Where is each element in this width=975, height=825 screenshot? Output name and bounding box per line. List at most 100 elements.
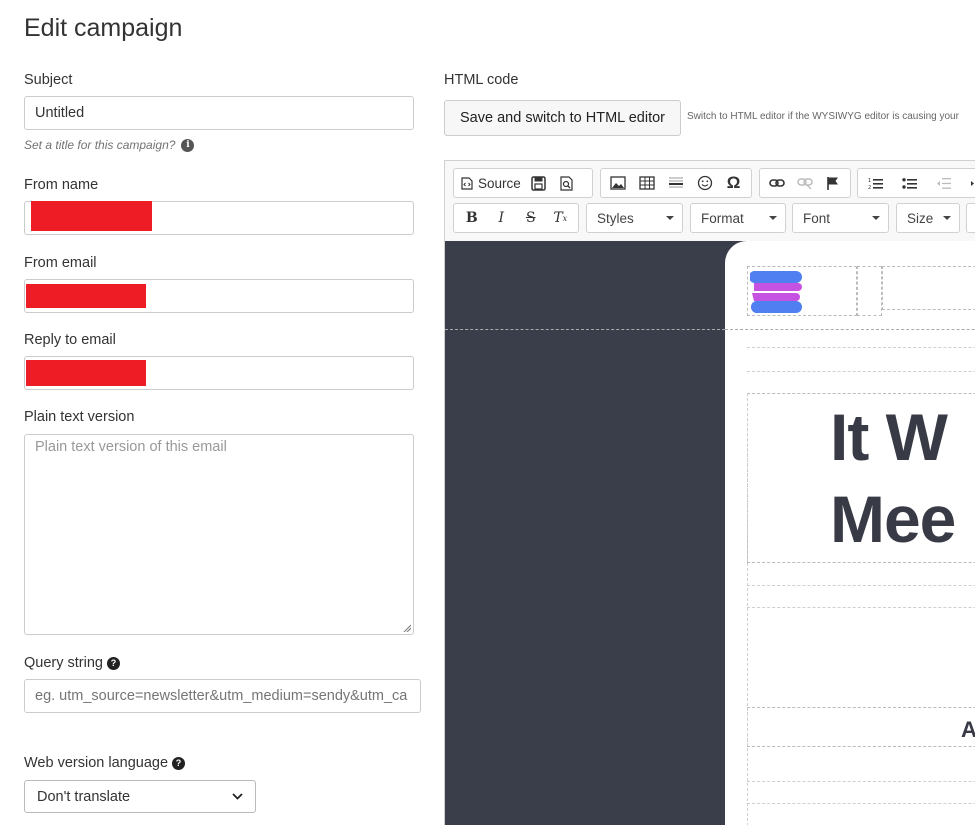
divider	[747, 393, 748, 825]
svg-text:2: 2	[868, 185, 871, 190]
chevron-down-icon	[232, 793, 243, 800]
source-icon	[461, 176, 473, 190]
divider	[747, 781, 975, 782]
editor-toolbar: Source Ω 1 2 B I S T x Styles Format Fon…	[445, 161, 975, 241]
subject-input[interactable]	[24, 96, 414, 130]
divider	[747, 585, 975, 586]
resize-grip-icon[interactable]	[403, 624, 411, 632]
help-icon[interactable]: ?	[172, 756, 186, 770]
toolbar-group-lists: 1 2	[857, 168, 975, 198]
styles-dropdown[interactable]: Styles	[586, 203, 683, 233]
bold-icon[interactable]: B	[459, 205, 485, 231]
link-button[interactable]	[764, 170, 790, 196]
subject-help: Set a title for this campaign? i	[24, 138, 195, 152]
divider	[445, 329, 725, 330]
size-dropdown-label: Size	[907, 210, 934, 226]
italic-icon[interactable]: I	[488, 205, 514, 231]
switch-html-editor-button[interactable]: Save and switch to HTML editor	[444, 100, 681, 136]
query-string-label: Query string?	[24, 655, 120, 671]
svg-text:1: 1	[868, 178, 871, 184]
preview-button[interactable]	[554, 170, 580, 196]
spacer-cell	[857, 266, 882, 316]
subject-label: Subject	[24, 72, 73, 88]
horizontal-line-button[interactable]	[663, 170, 689, 196]
headline-line-1: It W	[830, 400, 948, 474]
indent-icon	[970, 180, 974, 186]
size-dropdown[interactable]: Size	[896, 203, 960, 233]
divider	[725, 329, 975, 330]
source-label: Source	[478, 175, 521, 191]
web-version-label: Web version language?	[24, 755, 186, 771]
reply-to-label: Reply to email	[24, 332, 116, 348]
query-string-input[interactable]	[24, 679, 421, 713]
html-code-label: HTML code	[444, 72, 519, 88]
redaction-block	[26, 360, 146, 386]
outdent-button[interactable]	[930, 170, 956, 196]
remove-format-icon[interactable]: Tx	[547, 205, 573, 231]
outdent-icon	[936, 177, 951, 189]
bulleted-list-button[interactable]	[896, 170, 922, 196]
caret-down-icon	[666, 216, 674, 220]
table-icon	[639, 176, 655, 190]
indent-button[interactable]	[964, 170, 975, 196]
smiley-button[interactable]	[692, 170, 718, 196]
caret-down-icon	[943, 216, 951, 220]
subject-help-text: Set a title for this campaign?	[24, 138, 176, 152]
preview-icon	[560, 175, 573, 191]
unlink-button[interactable]	[792, 170, 818, 196]
info-icon[interactable]: i	[181, 138, 195, 152]
divider	[747, 347, 975, 348]
from-email-label: From email	[24, 255, 97, 271]
body-text: A	[961, 717, 975, 742]
anchor-button[interactable]	[820, 170, 846, 196]
flag-icon	[827, 176, 838, 190]
redaction-block	[26, 284, 146, 308]
format-dropdown[interactable]: Format	[690, 203, 786, 233]
numbered-list-button[interactable]: 1 2	[862, 170, 888, 196]
strikethrough-icon[interactable]: S	[518, 205, 544, 231]
toolbar-group-basicstyles: B I S Tx	[453, 203, 579, 233]
divider	[747, 371, 975, 372]
query-string-label-text: Query string	[24, 655, 103, 671]
unlink-icon	[797, 178, 813, 189]
horizontal-line-icon	[668, 177, 683, 188]
editor-content[interactable]: It W Mee A	[445, 241, 975, 825]
wysiwyg-editor[interactable]: Source Ω 1 2 B I S T x Styles Format Fon…	[444, 160, 975, 825]
caret-down-icon	[769, 216, 777, 220]
headline-line-2: Mee	[830, 482, 956, 556]
help-icon[interactable]: ?	[106, 656, 120, 670]
source-button[interactable]: Source	[458, 170, 524, 196]
styles-dropdown-label: Styles	[597, 210, 634, 226]
format-dropdown-label: Format	[701, 210, 744, 226]
plain-text-placeholder: Plain text version of this email	[35, 439, 227, 455]
toolbar-group-links	[759, 168, 851, 198]
redaction-block	[31, 201, 152, 231]
email-preview: It W Mee A	[725, 241, 975, 825]
numbered-list-icon: 1 2	[868, 178, 883, 190]
bulleted-list-icon	[901, 177, 917, 189]
link-icon	[769, 179, 785, 187]
divider	[747, 803, 975, 804]
web-version-selected: Don't translate	[37, 788, 131, 805]
font-dropdown[interactable]: Font	[792, 203, 889, 233]
logo-icon	[750, 270, 802, 314]
toolbar-group-document: Source	[453, 168, 593, 198]
font-dropdown-label: Font	[803, 210, 831, 226]
special-char-icon[interactable]: Ω	[721, 170, 747, 196]
toolbar-group-insert: Ω	[600, 168, 752, 198]
page-title: Edit campaign	[24, 14, 183, 42]
table-button[interactable]	[634, 170, 660, 196]
image-icon	[610, 176, 627, 190]
save-button[interactable]	[526, 170, 552, 196]
caret-down-icon	[872, 216, 880, 220]
web-version-select[interactable]: Don't translate	[24, 780, 256, 813]
text-cell	[747, 707, 975, 747]
switch-help-text: Switch to HTML editor if the WYSIWYG edi…	[687, 111, 959, 122]
plain-text-textarea[interactable]: Plain text version of this email	[24, 434, 414, 635]
save-icon	[531, 175, 547, 191]
image-button[interactable]	[605, 170, 631, 196]
text-color-dropdown[interactable]	[966, 203, 975, 233]
divider	[747, 607, 975, 608]
from-name-label: From name	[24, 177, 99, 193]
plain-text-label: Plain text version	[24, 409, 135, 425]
